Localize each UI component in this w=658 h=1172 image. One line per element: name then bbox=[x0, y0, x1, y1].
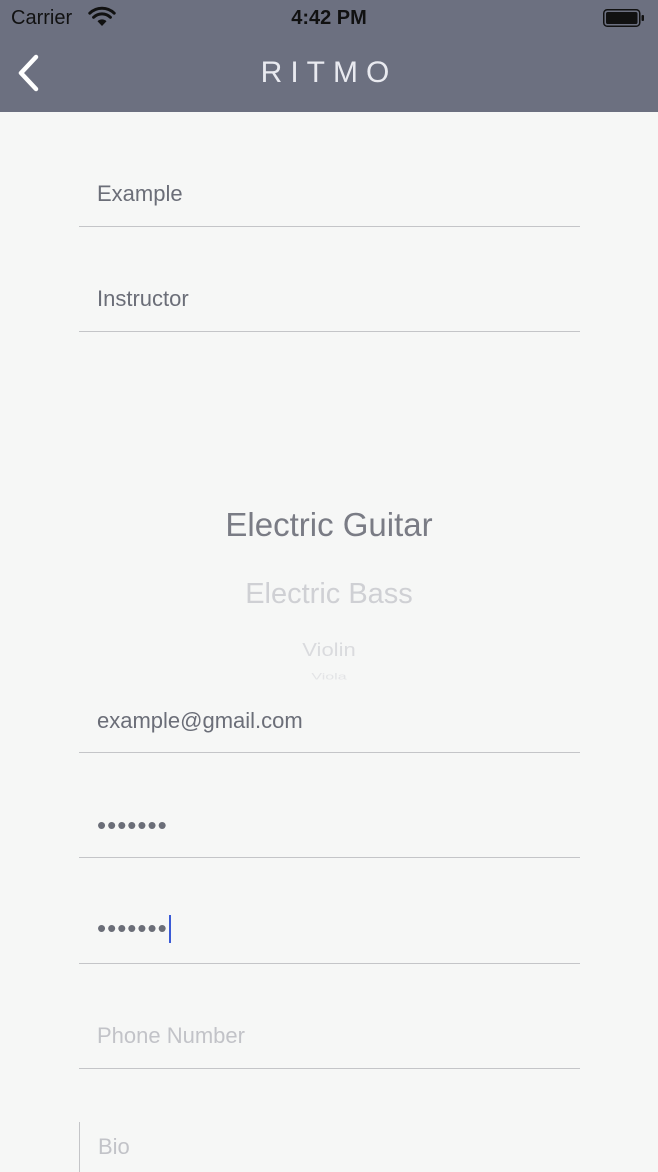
header: Carrier 4:42 PM RITMO bbox=[0, 0, 658, 112]
nav-bar: RITMO bbox=[0, 36, 658, 112]
phone-field[interactable]: Phone Number bbox=[79, 1014, 580, 1069]
phone-placeholder: Phone Number bbox=[97, 1023, 245, 1048]
password-value: ••••••• bbox=[97, 810, 168, 840]
bio-field[interactable]: Bio bbox=[79, 1122, 581, 1172]
picker-option[interactable]: Electric Bass bbox=[0, 578, 658, 611]
confirm-password-field[interactable]: ••••••• bbox=[79, 909, 580, 964]
battery-icon bbox=[603, 9, 644, 27]
email-value: example@gmail.com bbox=[97, 708, 303, 733]
instrument-picker[interactable]: Electric Guitar Electric Bass Violin Vio… bbox=[0, 480, 658, 680]
app-title: RITMO bbox=[260, 56, 398, 89]
role-value: Instructor bbox=[97, 286, 189, 311]
confirm-password-wrapper: ••••••• bbox=[97, 913, 171, 945]
password-field[interactable]: ••••••• bbox=[79, 804, 580, 858]
email-field[interactable]: example@gmail.com bbox=[79, 699, 580, 753]
picker-option-selected[interactable]: Electric Guitar bbox=[0, 506, 658, 544]
bio-placeholder: Bio bbox=[98, 1134, 130, 1159]
role-field[interactable]: Instructor bbox=[79, 277, 580, 332]
clock: 4:42 PM bbox=[291, 7, 367, 29]
picker-option[interactable]: Violin bbox=[0, 639, 658, 661]
picker-option[interactable]: Viola bbox=[0, 672, 658, 680]
status-bar: Carrier 4:42 PM bbox=[0, 0, 658, 36]
first-name-value: Example bbox=[97, 181, 183, 206]
first-name-field[interactable]: Example bbox=[79, 172, 580, 227]
confirm-password-value: ••••••• bbox=[97, 913, 168, 943]
text-caret bbox=[168, 915, 171, 944]
